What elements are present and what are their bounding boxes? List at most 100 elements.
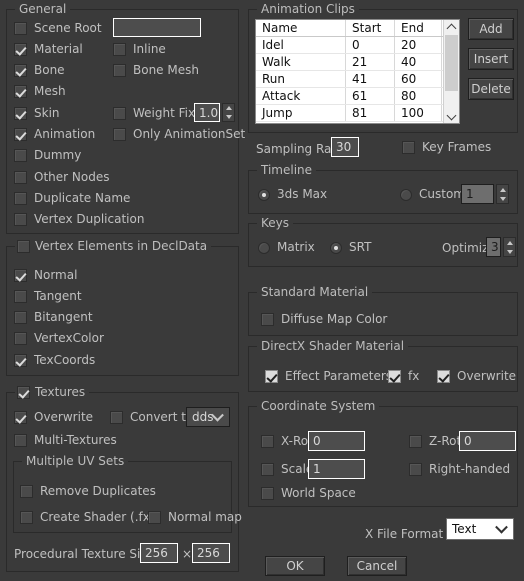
key-frames-checkbox[interactable]: Key Frames [402, 141, 491, 154]
duplicate-name-checkbox[interactable]: Duplicate Name [14, 192, 130, 205]
spinner-down-icon[interactable] [504, 247, 515, 256]
vertex-duplication-checkbox-box[interactable] [14, 213, 27, 226]
animation-checkbox-box[interactable] [14, 128, 27, 141]
scale-checkbox[interactable]: Scale [261, 463, 313, 476]
world-space-checkbox[interactable]: World Space [261, 487, 356, 500]
timeline-custom-radio[interactable]: Custom [400, 188, 465, 201]
effect-parameters-checkbox[interactable]: Effect Parameters [265, 370, 392, 383]
insert-clip-button[interactable]: Insert [468, 48, 514, 70]
clip-name[interactable]: Jump [256, 104, 347, 122]
clip-start[interactable]: 0 [345, 36, 396, 54]
z-rot-checkbox-box[interactable] [409, 435, 422, 448]
clip-name[interactable]: Run [256, 70, 347, 88]
animation-clips-scrollbar[interactable] [443, 20, 459, 123]
duplicate-name-checkbox-box[interactable] [14, 192, 27, 205]
scrollbar-thumb[interactable] [445, 35, 458, 91]
normal-map-checkbox[interactable]: Normal map [148, 511, 242, 524]
timeline-3dsmax-radio[interactable]: 3ds Max [258, 188, 327, 201]
remove-duplicates-checkbox[interactable]: Remove Duplicates [20, 485, 156, 498]
skin-checkbox[interactable]: Skin [14, 107, 60, 120]
column-header-start[interactable]: Start [345, 20, 396, 37]
vertexcolor-checkbox-box[interactable] [14, 332, 27, 345]
only-animationset-checkbox-box[interactable] [113, 128, 126, 141]
keys-matrix-radio-box[interactable] [258, 241, 270, 254]
other-nodes-checkbox[interactable]: Other Nodes [14, 171, 109, 184]
delete-clip-button[interactable]: Delete [468, 78, 514, 100]
world-space-checkbox-box[interactable] [261, 487, 274, 500]
spinner-up-icon[interactable] [497, 185, 508, 194]
table-row[interactable]: Attack 61 80 [256, 87, 459, 105]
material-checkbox-box[interactable] [14, 43, 27, 56]
weight-fix-checkbox-box[interactable] [113, 107, 126, 120]
skin-checkbox-box[interactable] [14, 107, 27, 120]
texcoords-checkbox[interactable]: TexCoords [14, 354, 95, 367]
convert-to-format-dropdown[interactable]: dds [186, 407, 230, 427]
clip-end[interactable]: 20 [394, 36, 442, 54]
weight-fix-spinner[interactable]: 1.0 [194, 103, 235, 122]
textures-overwrite-checkbox[interactable]: Overwrite [14, 411, 93, 424]
spinner-down-icon[interactable] [223, 113, 234, 122]
dummy-checkbox-box[interactable] [14, 149, 27, 162]
timeline-custom-spin-buttons[interactable] [496, 184, 509, 204]
procedural-width-input[interactable]: 256 [140, 543, 178, 563]
clip-name[interactable]: Idel [256, 36, 347, 54]
normal-checkbox-box[interactable] [14, 269, 27, 282]
table-row[interactable]: Run 41 60 [256, 70, 459, 88]
remove-duplicates-checkbox-box[interactable] [20, 485, 33, 498]
bitangent-checkbox[interactable]: Bitangent [14, 311, 93, 324]
spinner-up-icon[interactable] [504, 238, 515, 247]
mesh-checkbox[interactable]: Mesh [14, 85, 66, 98]
scale-input[interactable]: 1 [308, 459, 365, 479]
inline-checkbox-box[interactable] [113, 43, 126, 56]
diffuse-map-color-checkbox[interactable]: Diffuse Map Color [261, 313, 387, 326]
clip-start[interactable]: 21 [345, 53, 396, 71]
key-frames-checkbox-box[interactable] [402, 141, 415, 154]
z-rot-checkbox[interactable]: Z-Rot [409, 435, 461, 448]
vertex-duplication-checkbox[interactable]: Vertex Duplication [14, 213, 144, 226]
weight-fix-checkbox[interactable]: Weight Fix [113, 107, 195, 120]
z-rot-input[interactable]: 0 [459, 431, 516, 451]
effect-parameters-checkbox-box[interactable] [265, 370, 278, 383]
bone-checkbox-box[interactable] [14, 64, 27, 77]
optimize-spinner[interactable]: 3 [486, 237, 516, 257]
optimize-value[interactable]: 3 [486, 237, 501, 257]
clip-end[interactable]: 40 [394, 53, 442, 71]
only-animationset-checkbox[interactable]: Only AnimationSet [113, 128, 245, 141]
clip-start[interactable]: 81 [345, 104, 396, 122]
scroll-up-icon[interactable] [444, 20, 459, 34]
optimize-spin-buttons[interactable] [503, 237, 516, 257]
convert-to-checkbox[interactable]: Convert to [110, 411, 193, 424]
create-shader-checkbox-box[interactable] [20, 511, 33, 524]
clip-start[interactable]: 61 [345, 87, 396, 105]
textures-group-title[interactable]: Textures [15, 385, 90, 399]
column-header-end[interactable]: End [394, 20, 442, 37]
clip-name[interactable]: Attack [256, 87, 347, 105]
animation-clips-list[interactable]: Name Start End Idel 0 20 Walk 21 40 Run … [255, 19, 460, 124]
clip-end[interactable]: 80 [394, 87, 442, 105]
x-rot-checkbox[interactable]: X-Rot [261, 435, 313, 448]
normal-checkbox[interactable]: Normal [14, 269, 77, 282]
clip-end[interactable]: 100 [394, 104, 442, 122]
directx-overwrite-checkbox[interactable]: Overwrite [437, 370, 516, 383]
weight-fix-spin-buttons[interactable] [222, 103, 235, 122]
keys-matrix-radio[interactable]: Matrix [258, 241, 315, 254]
timeline-custom-radio-box[interactable] [400, 188, 412, 201]
normal-map-checkbox-box[interactable] [148, 511, 161, 524]
fx-checkbox[interactable]: fx [388, 370, 419, 383]
textures-overwrite-checkbox-box[interactable] [14, 411, 27, 424]
scene-root-checkbox[interactable]: Scene Root [14, 22, 102, 35]
right-handed-checkbox[interactable]: Right-handed [409, 463, 510, 476]
bone-mesh-checkbox[interactable]: Bone Mesh [113, 64, 199, 77]
convert-to-checkbox-box[interactable] [110, 411, 123, 424]
create-shader-checkbox[interactable]: Create Shader (.fx) [20, 511, 155, 524]
bone-checkbox[interactable]: Bone [14, 64, 65, 77]
scene-root-input[interactable] [113, 18, 201, 37]
table-row[interactable]: Walk 21 40 [256, 53, 459, 71]
clip-start[interactable]: 41 [345, 70, 396, 88]
fx-checkbox-box[interactable] [388, 370, 401, 383]
spinner-down-icon[interactable] [497, 194, 508, 203]
multi-textures-checkbox-box[interactable] [14, 434, 27, 447]
x-file-format-dropdown[interactable]: Text [446, 518, 514, 540]
clip-end[interactable]: 60 [394, 70, 442, 88]
procedural-height-input[interactable]: 256 [192, 543, 230, 563]
